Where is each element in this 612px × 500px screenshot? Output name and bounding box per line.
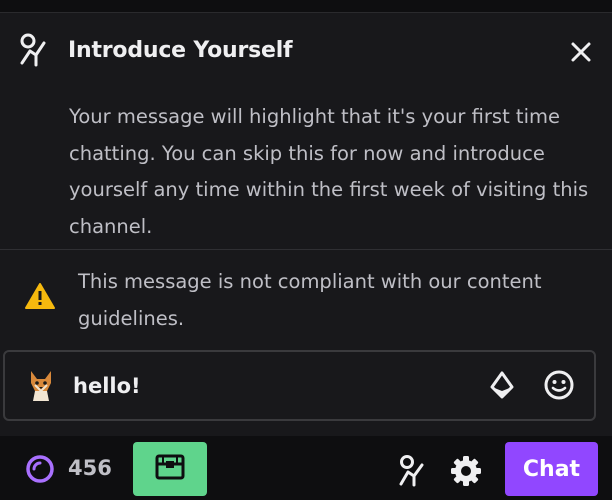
introduce-yourself-panel: Introduce Yourself Your message will hig… [0,12,612,436]
channel-points-icon[interactable] [24,453,56,485]
bonus-chest-icon [154,453,186,485]
warning-icon [24,282,56,310]
bits-icon[interactable] [486,370,518,402]
chat-input-text[interactable]: hello! [73,374,141,398]
intro-header: Introduce Yourself [18,31,598,71]
chat-bottom-bar: 456 Chat [0,436,612,500]
user-avatar [25,367,57,403]
emote-icon[interactable] [542,368,576,402]
introduce-yourself-icon [18,33,48,69]
bonus-chest-button[interactable] [133,442,207,496]
channel-points-count[interactable]: 456 [68,456,112,480]
introduce-yourself-button[interactable] [395,454,429,488]
settings-icon[interactable] [448,453,484,489]
close-icon[interactable] [564,35,598,69]
intro-description: Your message will highlight that it's yo… [69,105,589,238]
warning-text: This message is not compliant with our c… [78,270,542,330]
chat-input[interactable]: hello! [3,350,596,421]
chat-send-button[interactable]: Chat [505,442,598,496]
intro-title: Introduce Yourself [68,38,293,63]
warning-message: This message is not compliant with our c… [0,250,612,350]
